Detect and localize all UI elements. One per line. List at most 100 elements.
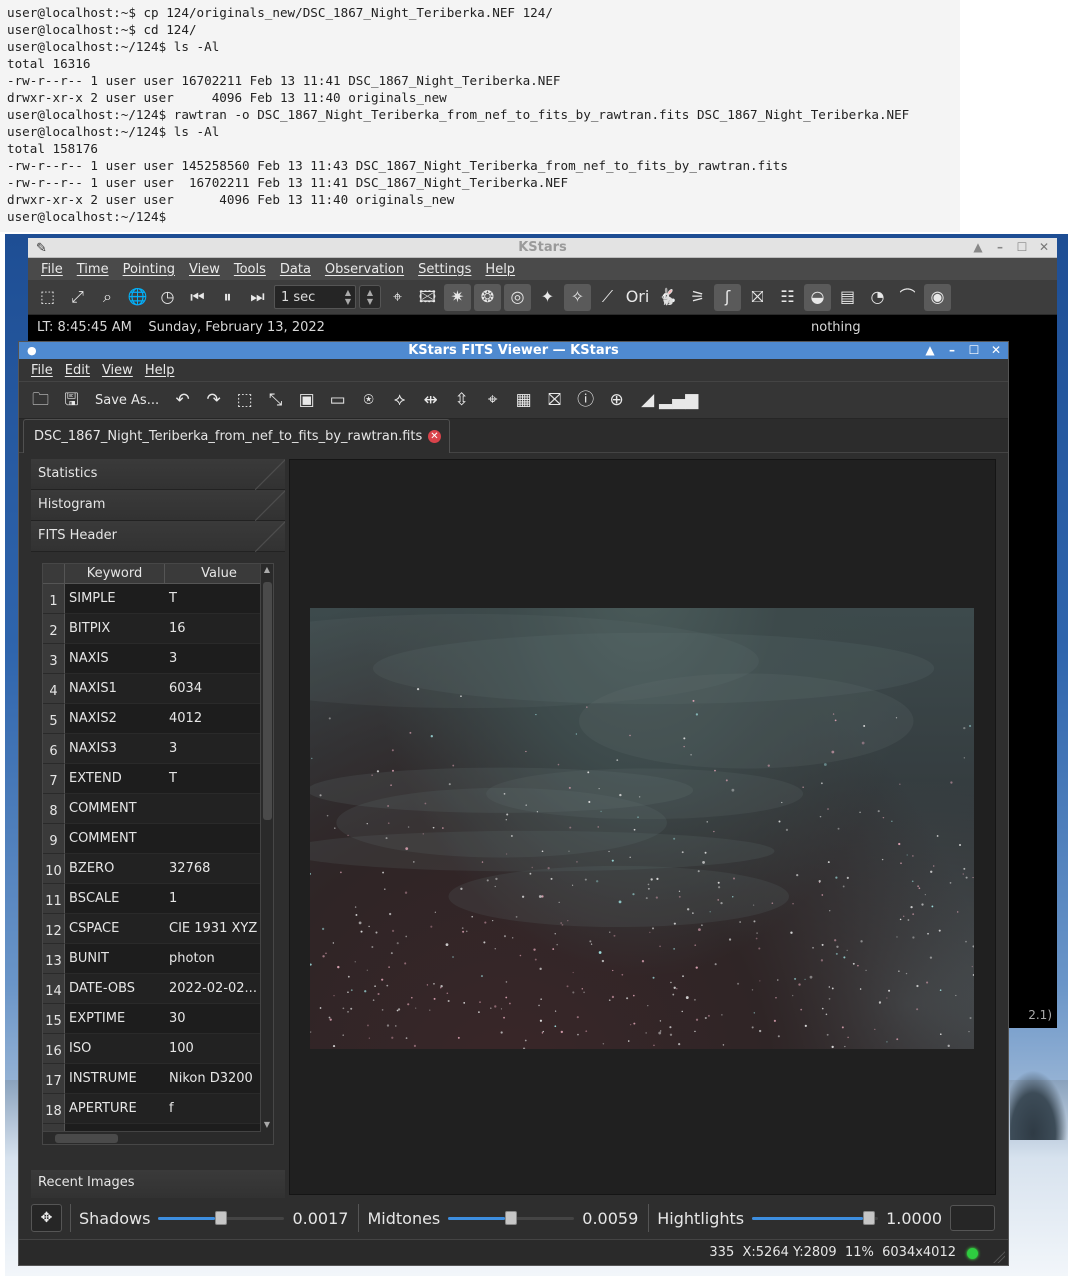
tab-close-icon[interactable]: ✕ [428, 430, 441, 443]
pause-icon[interactable]: ⏸ [214, 284, 241, 311]
menu-settings[interactable]: Settings [411, 262, 478, 277]
flip-horizontal-icon[interactable]: ⇹ [417, 387, 444, 414]
fits-header-table[interactable]: Keyword Value 1 SIMPLE T 2 BITPIX 16 3 NAXIS 3 4 N… [42, 563, 274, 1145]
flip-vertical-icon[interactable]: ⇳ [448, 387, 475, 414]
zoom-default-icon[interactable]: ▣ [293, 387, 320, 414]
deep-sky-icon[interactable]: ❂ [474, 283, 501, 311]
zoom-fit-icon[interactable]: ⤢ [64, 284, 91, 311]
table-row[interactable]: 1 SIMPLE T [43, 584, 273, 614]
slider-handle[interactable] [215, 1211, 228, 1225]
horizontal-scrollbar[interactable] [43, 1131, 261, 1144]
table-row[interactable]: 2 BITPIX 16 [43, 614, 273, 644]
flags-icon[interactable]: ▤ [834, 284, 861, 311]
table-row[interactable]: 13 BUNIT photon [43, 944, 273, 974]
zoom-fit-icon[interactable]: ▭ [324, 387, 351, 414]
grid-icon[interactable]: ▦ [510, 387, 537, 414]
star-profile-icon[interactable]: ⟡ [386, 387, 413, 414]
menu-help[interactable]: Help [139, 363, 181, 378]
section-histogram[interactable]: Histogram [31, 490, 285, 521]
milky-way-icon[interactable]: ʃ [714, 283, 741, 311]
section-statistics[interactable]: Statistics [31, 459, 285, 490]
maximize-icon[interactable]: ☐ [1013, 238, 1031, 256]
fits-image[interactable] [310, 608, 974, 1049]
time-step-spinbox[interactable]: 1 sec ▲ ▼ [274, 285, 356, 309]
image-icon[interactable]: 🖾 [414, 284, 441, 311]
save-icon[interactable]: 🖫 [58, 387, 85, 414]
table-row[interactable]: 5 NAXIS2 4012 [43, 704, 273, 734]
redo-icon[interactable]: ↷ [200, 387, 227, 414]
keep-above-icon[interactable]: ▲ [920, 342, 940, 359]
table-row[interactable]: 11 BSCALE 1 [43, 884, 273, 914]
fits-viewer-titlebar[interactable]: ● KStars FITS Viewer — KStars ▲ – ☐ ✕ [19, 342, 1008, 359]
globe-icon[interactable]: 🌐 [124, 284, 151, 311]
search-icon[interactable]: ⌕ [94, 284, 121, 311]
table-row[interactable]: 12 CSPACE CIE 1931 XYZ [43, 914, 273, 944]
stars-icon[interactable]: ✷ [444, 283, 471, 311]
minimize-icon[interactable]: – [991, 238, 1009, 256]
save-as-button[interactable]: Save As... [89, 393, 165, 408]
crosshair-icon[interactable]: ⌖ [479, 387, 506, 414]
ground-icon[interactable]: ◒ [804, 283, 831, 311]
solar-system-icon[interactable]: ✧ [564, 283, 591, 311]
scroll-thumb[interactable] [55, 1134, 118, 1143]
table-row[interactable]: 9 COMMENT [43, 824, 273, 854]
midtones-slider[interactable] [448, 1208, 575, 1228]
table-row[interactable]: 16 ISO 100 [43, 1034, 273, 1064]
skip-back-icon[interactable]: ⏮ [184, 284, 211, 311]
section-fits-header[interactable]: FITS Header [31, 521, 285, 552]
constellation-names-icon[interactable]: Ori [624, 284, 651, 311]
minimize-icon[interactable]: – [942, 342, 962, 359]
crosshair-icon[interactable]: ⌖ [384, 284, 411, 311]
table-row[interactable]: 18 APERTURE f [43, 1094, 273, 1124]
tab-fits-file[interactable]: DSC_1867_Night_Teriberka_from_nef_to_fit… [23, 419, 450, 453]
scroll-down-icon[interactable]: ▼ [261, 1119, 273, 1131]
galaxy-target-icon[interactable]: ◎ [504, 283, 531, 311]
table-row[interactable]: 3 NAXIS 3 [43, 644, 273, 674]
table-row[interactable]: 17 INSTRUME Nikon D3200 [43, 1064, 273, 1094]
menu-view[interactable]: View [182, 262, 227, 277]
menu-view[interactable]: View [96, 363, 139, 378]
menu-observation[interactable]: Observation [318, 262, 411, 277]
table-row[interactable]: 14 DATE-OBS 2022-02-02... [43, 974, 273, 1004]
menu-edit[interactable]: Edit [59, 363, 96, 378]
zoom-region-icon[interactable]: ⬚ [34, 284, 61, 311]
time-step-units-stepper[interactable]: ▲ ▼ [359, 285, 381, 309]
open-folder-icon[interactable]: 🗀 [27, 387, 54, 414]
target-icon[interactable]: ⊕ [603, 387, 630, 414]
hips-icon[interactable]: ◉ [924, 283, 951, 311]
terminal[interactable]: user@localhost:~$ cp 124/originals_new/D… [0, 0, 960, 232]
skip-forward-icon[interactable]: ⏭ [244, 284, 271, 311]
star-sparkle-icon[interactable]: ✦ [534, 284, 561, 311]
boundaries-icon[interactable]: ⚞ [684, 284, 711, 311]
maximize-icon[interactable]: ☐ [964, 342, 984, 359]
menu-data[interactable]: Data [273, 262, 318, 277]
equatorial-grid-icon[interactable]: ⛝ [744, 284, 771, 311]
menu-help[interactable]: Help [478, 262, 522, 277]
zoom-in-icon[interactable]: ⬚ [231, 387, 258, 414]
scroll-up-icon[interactable]: ▲ [261, 564, 273, 576]
menu-file[interactable]: File [25, 363, 59, 378]
clock-icon[interactable]: ◷ [154, 284, 181, 311]
table-row[interactable]: 7 EXTEND T [43, 764, 273, 794]
menu-time[interactable]: Time [70, 262, 116, 277]
resize-grip-icon[interactable] [993, 1251, 1005, 1263]
column-keyword[interactable]: Keyword [65, 564, 165, 583]
close-icon[interactable]: ✕ [986, 342, 1006, 359]
pan-icon[interactable]: ✥ [31, 1204, 62, 1232]
eq-grid-icon[interactable]: ⛝ [541, 387, 568, 414]
section-recent-images[interactable]: Recent Images [31, 1170, 285, 1198]
histogram-shape-icon[interactable]: ◢ [634, 387, 661, 414]
supernova-icon[interactable]: ⌒ [894, 284, 921, 311]
menu-tools[interactable]: Tools [227, 262, 273, 277]
horizontal-grid-icon[interactable]: ☷ [774, 284, 801, 311]
table-row[interactable]: 15 EXPTIME 30 [43, 1004, 273, 1034]
undo-icon[interactable]: ↶ [169, 387, 196, 414]
slider-handle[interactable] [863, 1211, 876, 1225]
slider-handle[interactable] [505, 1211, 518, 1225]
satellite-icon[interactable]: ◔ [864, 284, 891, 311]
keep-above-icon[interactable]: ▲ [969, 238, 987, 256]
table-row[interactable]: 4 NAXIS1 6034 [43, 674, 273, 704]
stretch-toggle-button[interactable] [950, 1205, 996, 1231]
close-icon[interactable]: ✕ [1035, 238, 1053, 256]
table-row[interactable]: 6 NAXIS3 3 [43, 734, 273, 764]
